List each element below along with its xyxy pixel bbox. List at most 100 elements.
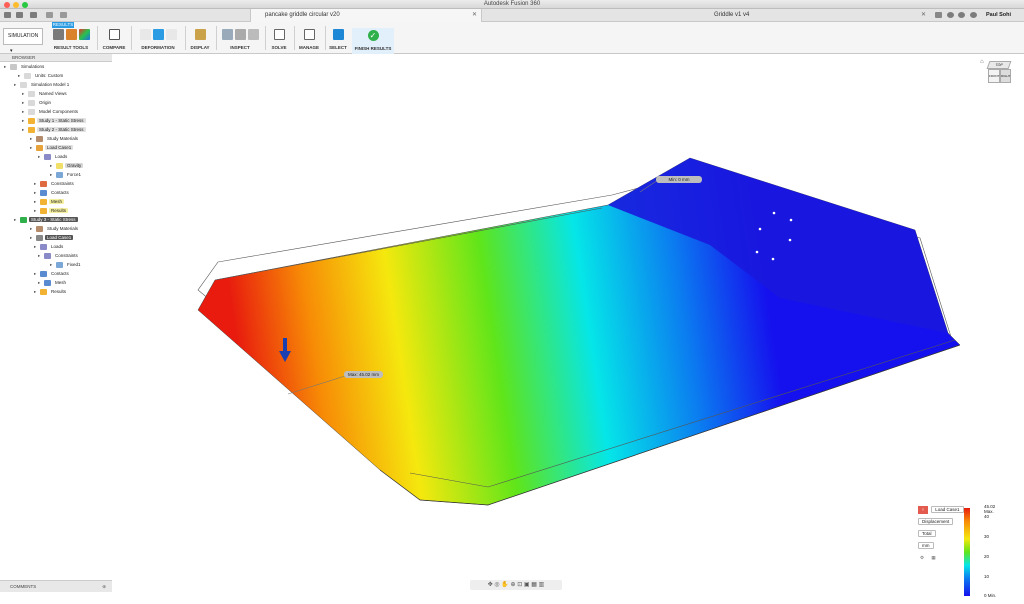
browser-item[interactable]: ▸ Study 2 - Static Stress [22, 126, 86, 134]
viewcube-right[interactable]: RIGHT [1000, 69, 1011, 83]
canvas-viewport[interactable]: Max: 45.02 mm Min: 0 mm TOP FRONT RIGHT … [0, 55, 1024, 598]
simulation-model-view[interactable] [0, 55, 1024, 580]
result-tools-label: RESULT TOOLS [53, 45, 89, 50]
notifications-icon[interactable] [970, 12, 977, 18]
tree-node-icon [28, 117, 35, 124]
browser-item[interactable]: ▸ Constraints [38, 252, 80, 260]
browser-item[interactable]: ▸ Study 3 - Static Stress [14, 216, 78, 224]
display-group[interactable]: DISPLAY [187, 27, 213, 53]
adjusted-deformation-icon[interactable] [165, 29, 177, 40]
extensions-icon[interactable] [947, 12, 954, 18]
browser-item-label: Study Materials [47, 136, 79, 141]
browser-item-label: Study 2 - Static Stress [37, 127, 86, 132]
select-label: SELECT [329, 45, 347, 50]
workspace-switcher[interactable]: SIMULATION ▾ [3, 28, 43, 54]
browser-item[interactable]: ▸ Model Components [22, 108, 80, 116]
solve-group[interactable]: SOLVE [267, 27, 291, 53]
component-dropdown[interactable]: Total [918, 530, 936, 537]
browser-header[interactable]: BROWSER [0, 54, 112, 62]
comments-panel[interactable]: COMMENTS ⊕ [0, 580, 112, 592]
pan-icon[interactable]: ✋ [501, 582, 508, 588]
browser-item[interactable]: ▸ Study Materials [30, 135, 80, 143]
browser-item[interactable]: ▸ Simulations [4, 63, 46, 71]
compare-icon[interactable] [108, 29, 120, 40]
manage-group[interactable]: MANAGE [296, 27, 322, 53]
browser-item[interactable]: ▸ Fixed1 [50, 261, 83, 269]
finish-results-group[interactable]: ✓ FINISH RESULTS [352, 28, 394, 54]
new-tab-icon[interactable] [935, 12, 942, 18]
result-tools-group[interactable]: RESULT TOOLS [48, 27, 94, 53]
display-settings-icon[interactable]: ▣ [524, 582, 530, 588]
settings-gear-icon[interactable]: ⚙ [920, 555, 924, 560]
add-comment-icon[interactable]: ⊕ [102, 581, 106, 593]
tree-node-icon [20, 81, 27, 88]
tab-griddle[interactable]: Griddle v1 v4 ✕ [700, 9, 930, 22]
browser-item[interactable]: ▸ Study 1 - Static Stress [22, 117, 86, 125]
viewcube-front[interactable]: FRONT [988, 69, 1000, 83]
grid-icon[interactable]: ▦ [531, 582, 537, 588]
browser-item[interactable]: ▸ Contacts [34, 189, 71, 197]
browser-item[interactable]: ▸ Gravity [50, 162, 84, 170]
browser-item[interactable]: ▸ Simulation Model 1 [14, 81, 71, 89]
ribbon-toolbar: SIMULATION ▾ RESULTS RESULT TOOLS COMPAR… [0, 22, 1024, 54]
browser-header-label: BROWSER [12, 55, 36, 60]
compare-group[interactable]: COMPARE [100, 27, 128, 53]
browser-item[interactable]: ▸ Force1 [50, 171, 83, 179]
home-view-icon[interactable]: ⌂ [980, 59, 984, 65]
browser-item[interactable]: ▸ Load Case1 [30, 144, 74, 152]
tree-node-icon [36, 225, 43, 232]
tree-node-icon [28, 90, 35, 97]
load-case-selector[interactable]: ! Load Case1 [918, 506, 964, 514]
browser-item[interactable]: ▸ Loads [34, 243, 65, 251]
browser-item[interactable]: ▸ Results [34, 288, 68, 296]
look-at-icon[interactable]: ◎ [494, 582, 499, 588]
select-group[interactable]: SELECT [327, 27, 349, 53]
result-type-dropdown[interactable]: Displacement [918, 518, 954, 525]
browser-item[interactable]: ▸ Origin [22, 99, 53, 107]
close-tab-icon[interactable]: ✕ [472, 9, 477, 22]
measure-icon[interactable] [221, 29, 233, 40]
viewcube[interactable]: TOP FRONT RIGHT ⌂ [980, 59, 1014, 91]
deformation-group[interactable]: DEFORMATION [133, 27, 183, 53]
browser-item[interactable]: ▸ Load Case1 [30, 234, 74, 242]
section-analysis-icon[interactable] [234, 29, 246, 40]
load-case-dropdown[interactable]: Load Case1 [931, 506, 964, 513]
file-menu-icon[interactable] [16, 12, 23, 18]
undo-icon[interactable] [46, 12, 53, 18]
pin-icon[interactable]: ▦ [931, 555, 935, 560]
user-name[interactable]: Paul Sohi [986, 9, 1011, 22]
actual-deformation-icon[interactable] [152, 29, 164, 40]
close-tab-icon[interactable]: ✕ [921, 9, 926, 22]
display-icon[interactable] [194, 29, 206, 40]
job-status-icon[interactable] [958, 12, 965, 18]
grid-menu-icon[interactable] [4, 12, 11, 18]
orbit-icon[interactable]: ✥ [488, 582, 493, 588]
browser-item[interactable]: ▸ Study Materials [30, 225, 80, 233]
probe-icon[interactable] [65, 29, 77, 40]
save-icon[interactable] [30, 12, 37, 18]
viewcube-top[interactable]: TOP [986, 61, 1012, 69]
manage-icon[interactable] [303, 29, 315, 40]
browser-item[interactable]: ▸ Mesh [38, 279, 68, 287]
browser-item[interactable]: ▸ Mesh [34, 198, 65, 206]
redo-icon[interactable] [60, 12, 67, 18]
zoom-icon[interactable]: ⊕ [511, 582, 516, 588]
fit-icon[interactable]: ⊡ [517, 582, 522, 588]
browser-item[interactable]: ▸ Results [34, 207, 69, 215]
tab-pancake-griddle[interactable]: pancake griddle circular v20 ✕ [250, 9, 482, 22]
browser-item[interactable]: ▸ Named Views [22, 90, 69, 98]
inspect-group[interactable]: INSPECT [218, 27, 262, 53]
component-color-icon[interactable] [247, 29, 259, 40]
checkmark-icon[interactable]: ✓ [367, 30, 379, 41]
solve-icon[interactable] [273, 29, 285, 40]
browser-item[interactable]: ▸ Contacts [34, 270, 71, 278]
select-cursor-icon[interactable] [332, 29, 344, 40]
unit-dropdown[interactable]: mm [918, 542, 934, 549]
browser-item[interactable]: ▸ Constraints [34, 180, 76, 188]
browser-item[interactable]: ▸ Loads [38, 153, 69, 161]
undeformed-icon[interactable] [139, 29, 151, 40]
viewports-icon[interactable]: ▥ [539, 582, 545, 588]
surface-probe-icon[interactable] [78, 29, 90, 40]
browser-item[interactable]: ▸ Units: Custom [18, 72, 65, 80]
animate-icon[interactable] [52, 29, 64, 40]
